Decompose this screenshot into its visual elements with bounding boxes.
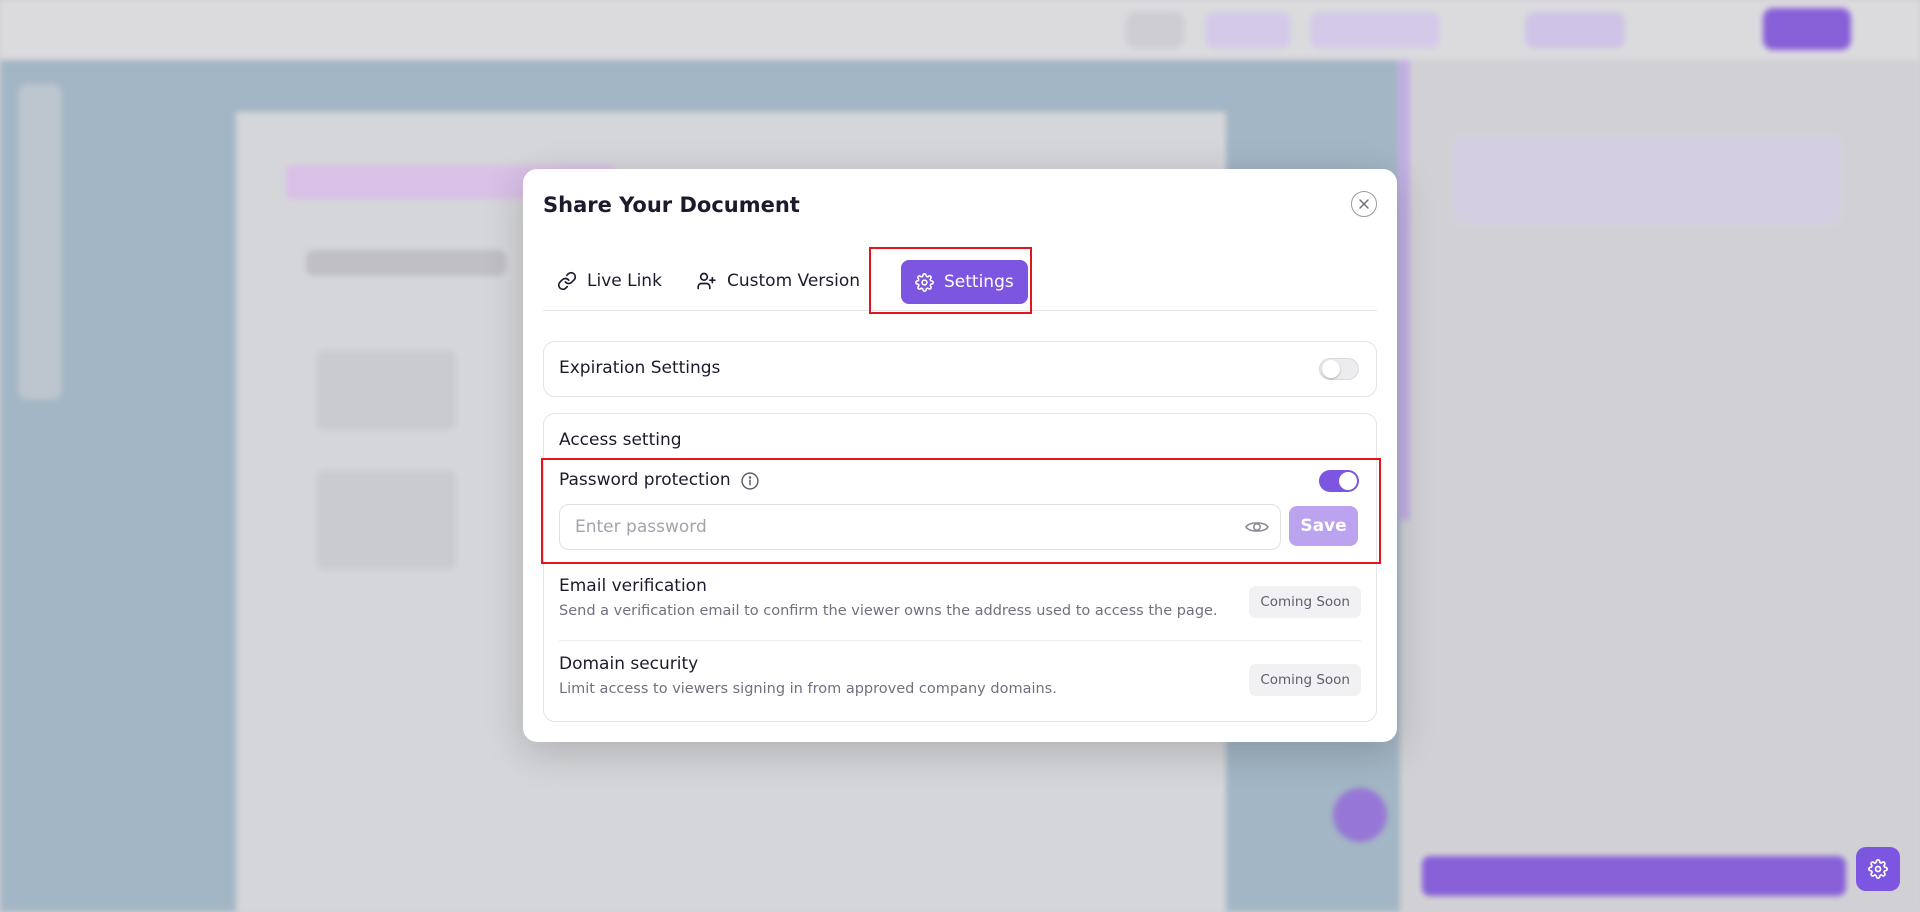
password-protection-highlight: [541, 458, 1381, 564]
close-button[interactable]: [1351, 191, 1377, 217]
toggle-knob: [1322, 360, 1340, 378]
modal-title: Share Your Document: [543, 193, 800, 217]
domain-security-label: Domain security: [559, 654, 699, 674]
floating-settings-button[interactable]: [1856, 847, 1900, 891]
email-verification-label: Email verification: [559, 576, 707, 596]
tab-custom-version[interactable]: Custom Version: [682, 259, 874, 303]
expiration-settings-panel: Expiration Settings: [543, 341, 1377, 397]
tab-live-link[interactable]: Live Link: [543, 259, 676, 303]
tab-label: Live Link: [587, 271, 662, 291]
divider: [559, 640, 1361, 641]
expiration-toggle[interactable]: [1319, 358, 1359, 380]
coming-soon-badge: Coming Soon: [1249, 586, 1361, 618]
access-setting-heading: Access setting: [559, 430, 682, 450]
close-icon: [1359, 199, 1369, 209]
domain-security-description: Limit access to viewers signing in from …: [559, 681, 1057, 697]
coming-soon-badge: Coming Soon: [1249, 664, 1361, 696]
gear-icon: [1868, 859, 1888, 879]
tab-label: Custom Version: [727, 271, 861, 291]
user-plus-icon: [697, 272, 716, 290]
email-verification-description: Send a verification email to confirm the…: [559, 603, 1218, 619]
settings-tab-highlight: [869, 247, 1032, 314]
link-icon: [557, 271, 577, 291]
expiration-settings-label: Expiration Settings: [559, 358, 721, 378]
share-document-modal: Share Your Document Live Link Custom Ver…: [523, 169, 1397, 742]
